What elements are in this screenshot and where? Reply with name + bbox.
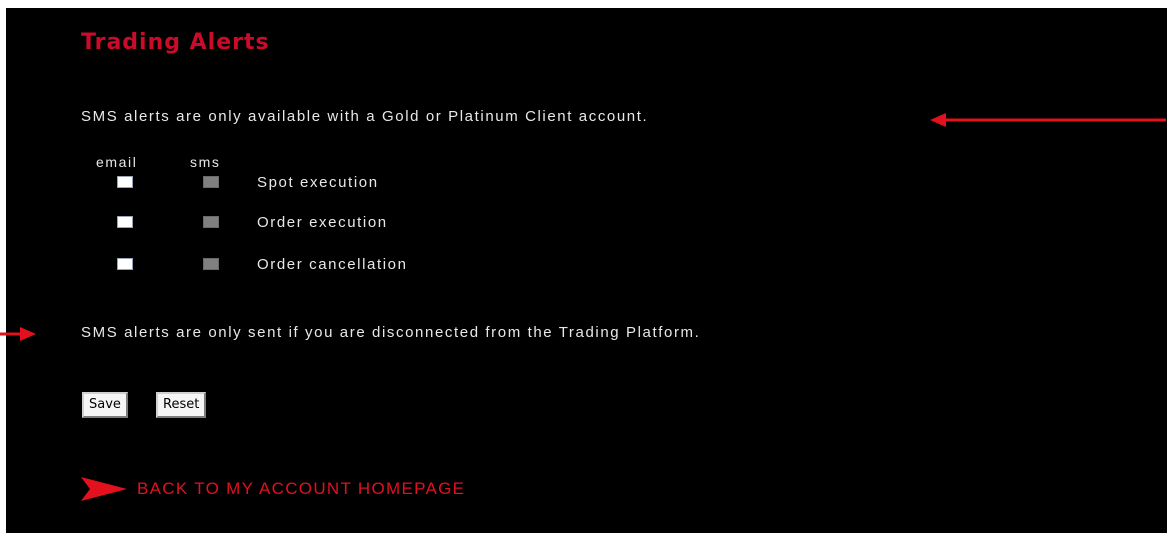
spot-execution-label: Spot execution xyxy=(257,174,379,191)
back-to-account-homepage-link[interactable]: BACK TO MY ACCOUNT HOMEPAGE xyxy=(81,477,465,501)
arrow-pointer-icon xyxy=(81,477,127,501)
spot-execution-email-checkbox[interactable] xyxy=(117,176,133,188)
page-title: Trading Alerts xyxy=(81,30,270,55)
alert-row-order-execution: Order execution xyxy=(0,214,700,234)
email-column-header: email xyxy=(96,154,138,170)
red-arrow-icon xyxy=(0,327,36,341)
alert-row-order-cancellation: Order cancellation xyxy=(0,256,700,276)
order-cancellation-sms-checkbox xyxy=(203,258,219,270)
sms-column-header: sms xyxy=(190,154,221,170)
reset-button[interactable]: Reset xyxy=(156,392,207,418)
sms-availability-notice: SMS alerts are only available with a Gol… xyxy=(81,108,649,125)
order-execution-email-checkbox[interactable] xyxy=(117,216,133,228)
order-cancellation-email-checkbox[interactable] xyxy=(117,258,133,270)
save-button[interactable]: Save xyxy=(82,392,128,418)
order-cancellation-label: Order cancellation xyxy=(257,256,408,273)
sms-disconnect-notice: SMS alerts are only sent if you are disc… xyxy=(81,324,701,341)
order-execution-label: Order execution xyxy=(257,214,388,231)
alert-row-spot-execution: Spot execution xyxy=(0,174,700,194)
spot-execution-sms-checkbox xyxy=(203,176,219,188)
back-link-label: BACK TO MY ACCOUNT HOMEPAGE xyxy=(137,479,466,498)
red-arrow-icon xyxy=(930,113,1166,127)
order-execution-sms-checkbox xyxy=(203,216,219,228)
